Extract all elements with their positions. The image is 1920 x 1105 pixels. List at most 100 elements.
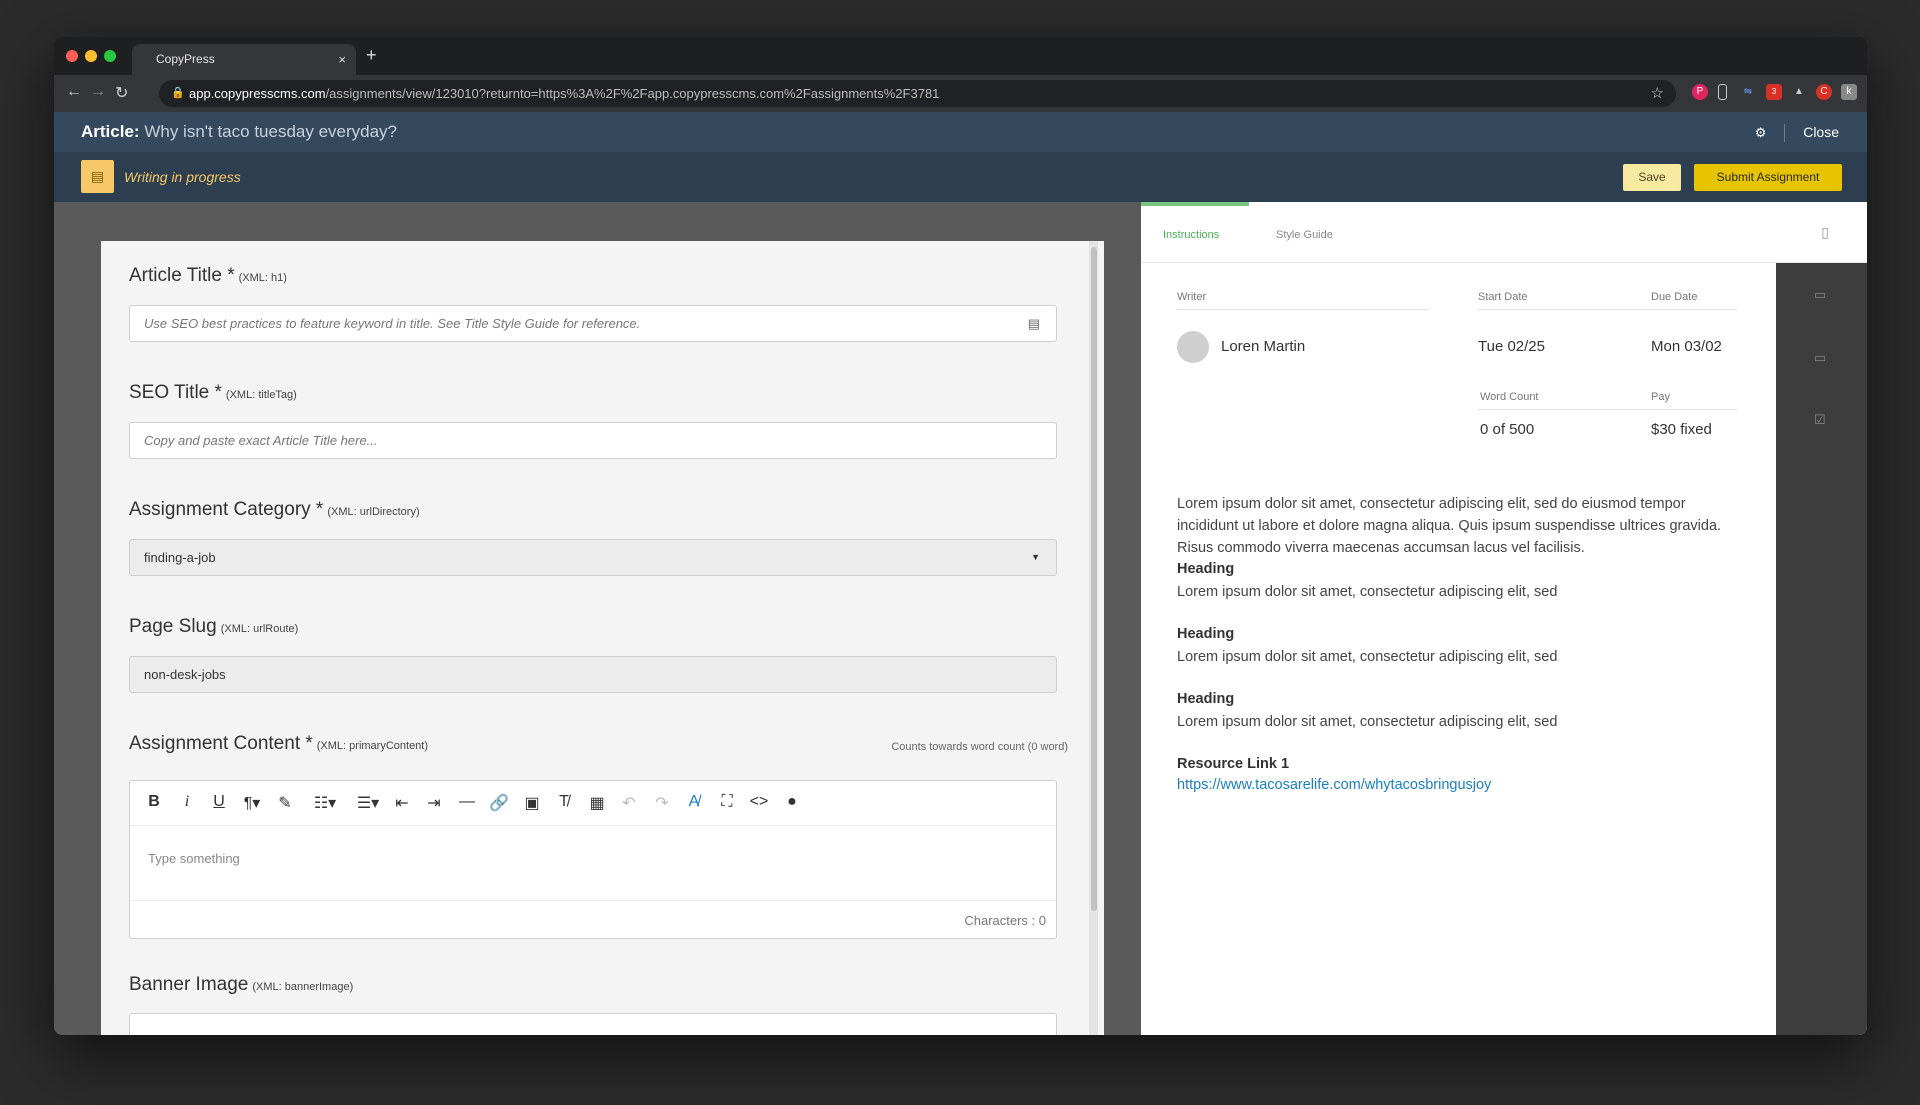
slug-input[interactable]: non-desk-jobs [129,656,1057,693]
sidebar-panel: Instructions Style Guide ▯ Writer Start … [1141,202,1867,1035]
resource-link[interactable]: https://www.tacosarelife.com/whytacosbri… [1177,777,1491,793]
submit-assignment-button[interactable]: Submit Assignment [1694,164,1842,191]
url-host: app.copypresscms.com [189,86,326,101]
close-window-button[interactable] [66,50,78,62]
fullscreen-icon[interactable]: ⛶ [715,793,739,811]
section-heading: Heading [1177,626,1235,642]
puzzle-extension-icon[interactable]: k [1841,84,1857,100]
minimize-window-button[interactable] [85,50,97,62]
tab-instructions[interactable]: Instructions [1163,229,1219,241]
article-title-placeholder: Use SEO best practices to feature keywor… [144,316,641,331]
word-count-label: Word Count [1480,391,1539,403]
section-text: Lorem ipsum dolor sit amet, consectetur … [1177,649,1558,665]
assignment-form: Article Title * (XML: h1) Use SEO best pr… [101,241,1104,1035]
banner-xml-hint: (XML: bannerImage) [252,981,354,993]
tab-style-guide[interactable]: Style Guide [1276,229,1333,241]
lock-icon: 🔒 [171,87,185,99]
divider [130,900,1056,901]
due-date: Mon 03/02 [1651,338,1722,355]
word-count-note: Counts towards word count (0 word) [891,741,1068,753]
divider [1478,409,1737,410]
section-text: Lorem ipsum dolor sit amet, consectetur … [1177,584,1558,600]
bold-icon[interactable]: B [142,793,166,811]
article-title-xml-hint: (XML: h1) [238,272,287,284]
indent-icon[interactable]: ⇥ [422,793,446,813]
maximize-window-button[interactable] [104,50,116,62]
redo-icon[interactable]: ↷ [650,793,674,813]
italic-icon[interactable]: i [175,793,199,811]
divider [1478,309,1737,310]
undo-icon[interactable]: ↶ [617,793,641,813]
rich-text-editor[interactable]: B i U ¶▾ ✎ ☷▾ ☰▾ ⇤ ⇥ — 🔗 ▣ T̸ ▦ ↶ ↷ A̸ ⛶… [129,780,1057,939]
horizontal-line-icon[interactable]: — [455,793,479,811]
seo-title-input[interactable]: Copy and paste exact Article Title here.… [129,422,1057,459]
seo-title-xml-hint: (XML: titleTag) [225,389,297,401]
ordered-list-icon[interactable]: ☷▾ [308,793,342,813]
category-label: Assignment Category * (XML: urlDirectory) [129,499,420,521]
reload-icon[interactable]: ↻ [115,83,128,103]
new-tab-button[interactable]: + [366,45,377,66]
comment-icon[interactable]: ● [780,793,804,811]
section-heading: Heading [1177,691,1235,707]
category-xml-hint: (XML: urlDirectory) [327,506,420,518]
tab-close-icon[interactable]: × [338,44,346,75]
article-title-input[interactable]: Use SEO best practices to feature keywor… [129,305,1057,342]
resource-link-label: Resource Link 1 [1177,756,1290,772]
writer-label: Writer [1177,291,1207,303]
due-date-label: Due Date [1651,291,1698,303]
assignment-details: Writer Start Date Due Date Loren Martin … [1141,263,1776,1035]
slug-label: Page Slug (XML: urlRoute) [129,616,298,638]
device-extension-icon[interactable] [1718,84,1727,100]
chevron-down-icon: ▼ [1031,552,1040,562]
side-icon-strip: ▭ ▭ ☑ [1776,263,1867,1035]
link-icon[interactable]: 🔗 [487,793,511,813]
forward-icon[interactable]: → [90,83,106,101]
address-bar[interactable]: 🔒 app.copypresscms.com/assignments/view/… [159,80,1676,107]
pinterest-extension-icon[interactable]: P [1692,84,1708,100]
content-xml-hint: (XML: primaryContent) [316,740,429,752]
instructions-intro: Lorem ipsum dolor sit amet, consectetur … [1177,496,1722,556]
slug-value: non-desk-jobs [144,667,226,682]
form-scrollbar-thumb[interactable] [1091,247,1097,911]
browser-window: CopyPress × + ← → ↻ 🔒 app.copypresscms.c… [54,37,1867,1035]
calendar-extension-icon[interactable]: 3 [1766,84,1782,100]
outdent-icon[interactable]: ⇤ [390,793,414,813]
article-status-icon: ▤ [81,160,114,193]
code-view-icon[interactable]: <> [747,793,771,811]
category-select[interactable]: finding-a-job ▼ [129,539,1057,576]
clear-format-icon[interactable]: T̸ [552,793,576,811]
editor-toolbar: B i U ¶▾ ✎ ☷▾ ☰▾ ⇤ ⇥ — 🔗 ▣ T̸ ▦ ↶ ↷ A̸ ⛶… [130,781,1056,826]
unordered-list-icon[interactable]: ☰▾ [351,793,385,813]
table-icon[interactable]: ▦ [585,793,609,813]
header-actions: ⚙ Close [1755,112,1839,153]
divider [1784,124,1786,143]
article-title-label: Article Title * (XML: h1) [129,265,287,287]
checklist-icon[interactable]: ☑ [1814,412,1826,428]
close-button[interactable]: Close [1803,124,1839,140]
browser-tab[interactable]: CopyPress × [132,44,356,75]
content-label: Assignment Content * (XML: primaryContent… [129,733,428,755]
drive-extension-icon[interactable]: ▲ [1791,84,1807,100]
spellcheck-icon[interactable]: A̸ [682,793,706,811]
browser-tab-title: CopyPress [156,52,215,66]
underline-icon[interactable]: U [207,793,231,811]
chat-icon[interactable]: ▭ [1814,350,1826,366]
section-heading: Heading [1177,561,1235,577]
paragraph-format-icon[interactable]: ¶▾ [240,793,264,813]
gear-icon[interactable]: ⚙ [1755,125,1767,140]
seo-title-label-text: SEO Title * [129,382,222,403]
document-icon[interactable]: ▯ [1821,224,1829,241]
page-title: Article: Why isn't taco tuesday everyday… [81,112,397,152]
save-button[interactable]: Save [1623,164,1681,191]
banner-image-input[interactable] [129,1013,1057,1035]
comment-icon[interactable]: ▭ [1814,287,1826,303]
back-icon[interactable]: ← [66,83,82,101]
image-icon[interactable]: ▣ [520,793,544,813]
bookmark-star-icon[interactable]: ☆ [1651,80,1664,107]
style-guide-icon[interactable]: ▤ [1028,306,1040,341]
highlighter-icon[interactable]: ✎ [273,793,297,813]
active-tab-indicator [1141,202,1249,206]
link-extension-icon[interactable]: ⇋ [1740,84,1756,100]
record-extension-icon[interactable]: C [1816,84,1832,100]
address-toolbar: ← → ↻ 🔒 app.copypresscms.com/assignments… [54,75,1867,112]
